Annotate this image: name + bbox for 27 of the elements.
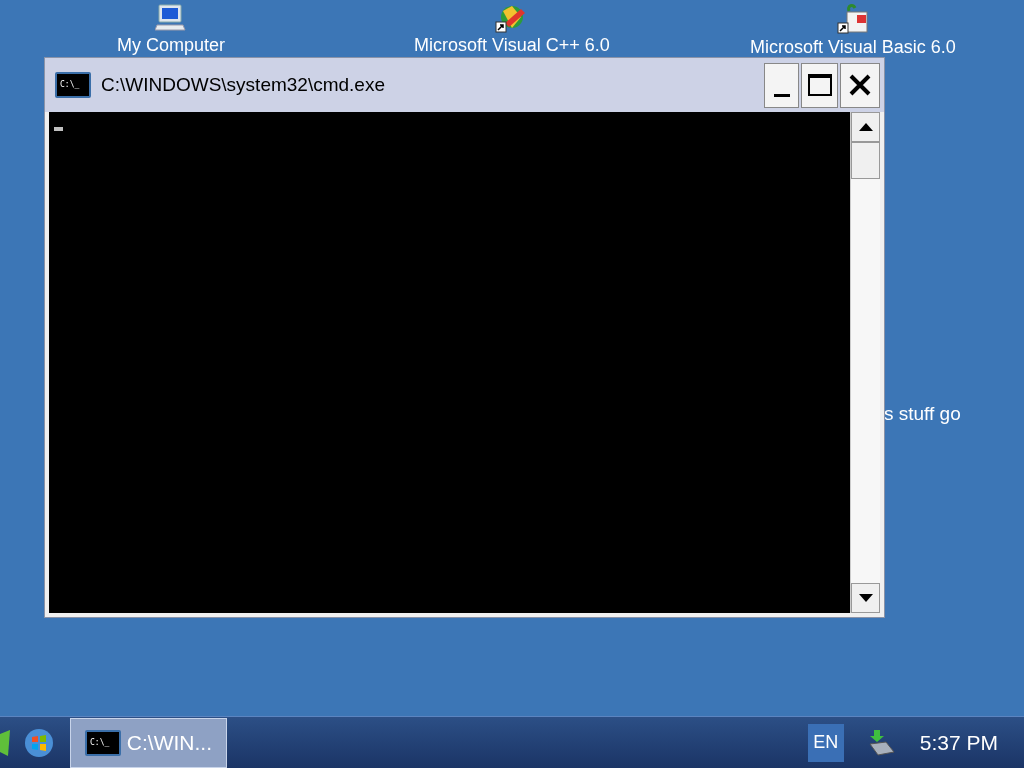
computer-icon[interactable] bbox=[155, 3, 187, 33]
scrollbar[interactable] bbox=[850, 112, 880, 613]
text-cursor bbox=[54, 127, 63, 131]
maximize-button[interactable] bbox=[801, 62, 838, 108]
window-title: C:\WINDOWS\system32\cmd.exe bbox=[101, 72, 386, 97]
desktop-icon-label[interactable]: Microsoft Visual C++ 6.0 bbox=[414, 35, 610, 55]
maximize-icon bbox=[807, 74, 832, 96]
scroll-up-button[interactable] bbox=[851, 112, 880, 142]
scroll-thumb[interactable] bbox=[851, 142, 880, 179]
taskbar-app-icon[interactable] bbox=[0, 729, 10, 756]
console-icon: C:\_ bbox=[55, 72, 91, 98]
taskbar-button[interactable]: C:\_ C:\WIN... bbox=[70, 717, 227, 768]
desktop-icon-label[interactable]: Microsoft Visual Basic 6.0 bbox=[750, 37, 956, 57]
scroll-down-button[interactable] bbox=[851, 583, 880, 613]
close-icon bbox=[849, 74, 871, 96]
clock[interactable]: 5:37 PM bbox=[919, 726, 998, 759]
minimize-icon bbox=[773, 93, 790, 97]
minimize-button[interactable] bbox=[764, 62, 799, 108]
desktop-icon-label: s stuff go bbox=[884, 402, 961, 426]
close-button[interactable] bbox=[840, 62, 880, 108]
start-orb-icon[interactable] bbox=[24, 727, 54, 758]
shortcut-icon[interactable] bbox=[837, 3, 869, 35]
console-icon: C:\_ bbox=[85, 729, 121, 756]
desktop-icon-label[interactable]: My Computer bbox=[117, 35, 225, 55]
up-arrow-icon bbox=[858, 123, 873, 131]
down-arrow-icon bbox=[858, 594, 873, 602]
language-indicator[interactable]: EN bbox=[807, 723, 844, 762]
